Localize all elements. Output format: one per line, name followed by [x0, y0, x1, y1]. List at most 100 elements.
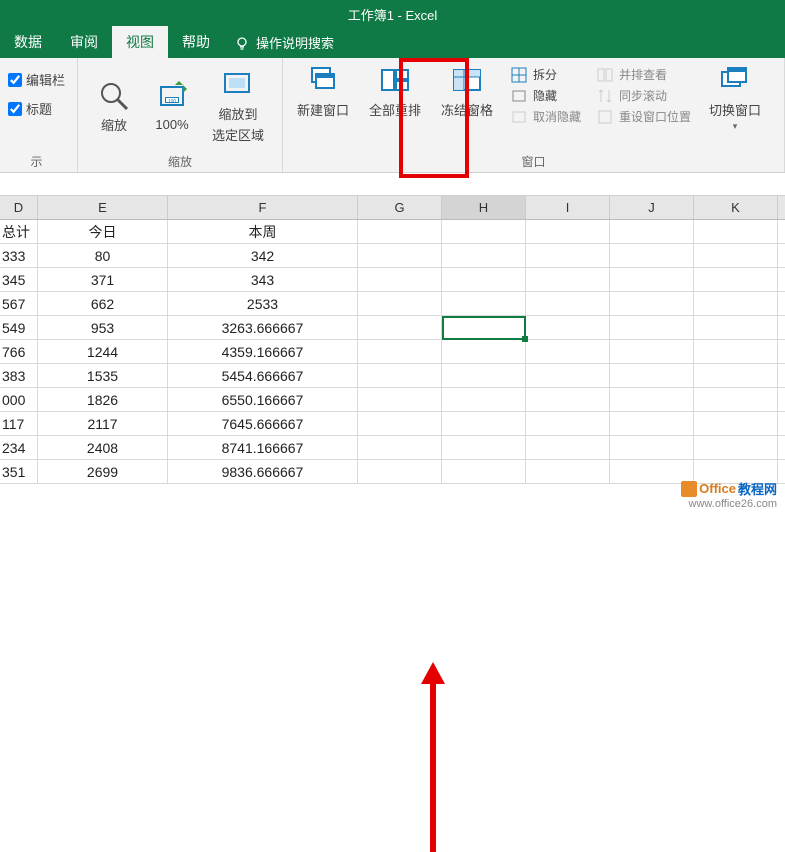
col-header-d[interactable]: D [0, 196, 38, 219]
selection-handle[interactable] [522, 336, 528, 342]
cell[interactable] [442, 364, 526, 387]
col-header-k[interactable]: K [694, 196, 778, 219]
cell[interactable]: 2117 [38, 412, 168, 435]
new-window-button[interactable]: 新建窗口 [291, 64, 355, 119]
split-button[interactable]: 拆分 [511, 66, 581, 83]
cell[interactable] [694, 388, 778, 411]
cell[interactable] [358, 460, 442, 483]
cell[interactable]: 总计 [0, 220, 38, 243]
col-header-e[interactable]: E [38, 196, 168, 219]
cell[interactable] [442, 292, 526, 315]
cell[interactable] [694, 292, 778, 315]
cell[interactable]: 5454.666667 [168, 364, 358, 387]
cell[interactable]: 1826 [38, 388, 168, 411]
cell[interactable]: 本周 [168, 220, 358, 243]
hide-button[interactable]: 隐藏 [511, 87, 581, 104]
col-header-h[interactable]: H [442, 196, 526, 219]
cell[interactable] [526, 412, 610, 435]
cell[interactable] [694, 244, 778, 267]
cell[interactable] [442, 412, 526, 435]
cell[interactable] [442, 316, 526, 339]
cell[interactable] [358, 268, 442, 291]
cell[interactable]: 234 [0, 436, 38, 459]
cell[interactable] [526, 460, 610, 483]
arrange-all-button[interactable]: 全部重排 [363, 64, 427, 119]
cell[interactable] [694, 316, 778, 339]
cell[interactable] [358, 436, 442, 459]
cell[interactable] [358, 364, 442, 387]
zoom-100-button[interactable]: 100 100% [148, 81, 196, 132]
tab-view[interactable]: 视图 [112, 26, 168, 58]
cell[interactable] [358, 316, 442, 339]
cell[interactable]: 3263.666667 [168, 316, 358, 339]
tab-data[interactable]: 数据 [0, 26, 56, 58]
cell[interactable] [610, 388, 694, 411]
cell[interactable]: 351 [0, 460, 38, 483]
zoom-to-selection-button[interactable]: 缩放到 选定区域 [206, 68, 270, 144]
cell[interactable]: 6550.166667 [168, 388, 358, 411]
cell[interactable] [610, 292, 694, 315]
cell[interactable]: 343 [168, 268, 358, 291]
cell[interactable] [610, 220, 694, 243]
cell[interactable]: 345 [0, 268, 38, 291]
cell[interactable]: 383 [0, 364, 38, 387]
cell[interactable] [526, 388, 610, 411]
cell[interactable]: 371 [38, 268, 168, 291]
cell[interactable] [526, 340, 610, 363]
cell[interactable] [526, 220, 610, 243]
cell[interactable]: 2533 [168, 292, 358, 315]
cell[interactable] [610, 268, 694, 291]
cell[interactable] [358, 292, 442, 315]
checkbox-headings-input[interactable] [8, 102, 22, 116]
cell[interactable] [694, 364, 778, 387]
cell[interactable]: 000 [0, 388, 38, 411]
cell[interactable]: 1535 [38, 364, 168, 387]
cell[interactable]: 117 [0, 412, 38, 435]
cell[interactable]: 1244 [38, 340, 168, 363]
cell[interactable] [526, 268, 610, 291]
cell[interactable] [442, 436, 526, 459]
cell[interactable] [526, 364, 610, 387]
cell[interactable] [526, 292, 610, 315]
cell[interactable] [694, 436, 778, 459]
cell[interactable] [610, 364, 694, 387]
cell[interactable] [442, 388, 526, 411]
cell[interactable] [694, 340, 778, 363]
zoom-button[interactable]: 缩放 [90, 79, 138, 134]
cell[interactable] [526, 244, 610, 267]
cell[interactable]: 4359.166667 [168, 340, 358, 363]
cell[interactable]: 80 [38, 244, 168, 267]
cell[interactable]: 953 [38, 316, 168, 339]
cell[interactable] [358, 244, 442, 267]
cell[interactable] [442, 268, 526, 291]
cell[interactable] [358, 412, 442, 435]
cell[interactable]: 8741.166667 [168, 436, 358, 459]
cell[interactable]: 2699 [38, 460, 168, 483]
cell[interactable] [610, 436, 694, 459]
cell[interactable] [694, 268, 778, 291]
cell[interactable] [442, 220, 526, 243]
col-header-j[interactable]: J [610, 196, 694, 219]
cell[interactable]: 2408 [38, 436, 168, 459]
cell[interactable] [442, 340, 526, 363]
checkbox-formula-bar-input[interactable] [8, 73, 22, 87]
col-header-f[interactable]: F [168, 196, 358, 219]
cell[interactable] [610, 244, 694, 267]
cell[interactable]: 662 [38, 292, 168, 315]
cell[interactable] [358, 388, 442, 411]
cell[interactable]: 今日 [38, 220, 168, 243]
cell[interactable]: 333 [0, 244, 38, 267]
cell[interactable] [610, 340, 694, 363]
cell[interactable] [442, 244, 526, 267]
cell[interactable] [358, 220, 442, 243]
cell[interactable]: 766 [0, 340, 38, 363]
cell[interactable] [358, 340, 442, 363]
tab-review[interactable]: 审阅 [56, 26, 112, 58]
cell[interactable]: 7645.666667 [168, 412, 358, 435]
freeze-panes-button[interactable]: 冻结窗格 ▾ [435, 64, 499, 132]
cell[interactable] [526, 316, 610, 339]
cell[interactable] [610, 316, 694, 339]
checkbox-formula-bar[interactable]: 编辑栏 [8, 70, 65, 89]
cell[interactable]: 549 [0, 316, 38, 339]
col-header-g[interactable]: G [358, 196, 442, 219]
